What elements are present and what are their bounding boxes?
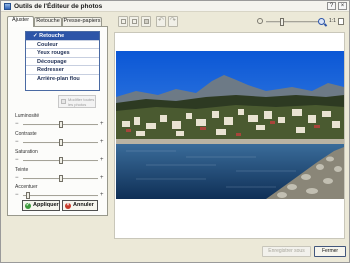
- saturation-slider[interactable]: − +: [15, 157, 107, 165]
- contrast-slider[interactable]: − +: [15, 139, 107, 147]
- hue-label: Teinte: [15, 167, 29, 173]
- save-as-button[interactable]: Enregistrer sous: [262, 246, 311, 257]
- apply-label: Appliquer: [33, 202, 59, 208]
- zoom-value: 1:1: [329, 18, 336, 24]
- decrease-icon[interactable]: −: [15, 192, 19, 199]
- tab-ajuster[interactable]: Ajuster: [7, 16, 34, 27]
- undo-button[interactable]: ↶: [156, 16, 166, 27]
- menu-item-arriere-plan-flou[interactable]: Arrière-plan flou: [26, 75, 99, 84]
- zoom-in-icon[interactable]: [318, 18, 325, 25]
- brightness-label: Luminosité: [15, 113, 40, 119]
- slider-track[interactable]: [23, 195, 98, 197]
- menu-item-retouche[interactable]: ✓ Retouche: [26, 32, 99, 41]
- menu-item-redresser[interactable]: Redresser: [26, 66, 99, 75]
- flip-button[interactable]: [141, 16, 151, 27]
- adjust-menu: ✓ Retouche Couleur Yeux rouges Découpage…: [25, 31, 100, 91]
- decrease-icon[interactable]: −: [15, 139, 19, 146]
- increase-icon[interactable]: +: [100, 157, 104, 164]
- help-button[interactable]: ?: [327, 2, 336, 10]
- decrease-icon[interactable]: −: [15, 157, 19, 164]
- sharpen-label: Accentuer: [15, 184, 38, 190]
- menu-item-couleur[interactable]: Couleur: [26, 41, 99, 49]
- rotate-right-button[interactable]: [129, 16, 139, 27]
- increase-icon[interactable]: +: [100, 121, 104, 128]
- slider-thumb[interactable]: [58, 175, 63, 182]
- slider-thumb[interactable]: [58, 121, 63, 128]
- menu-item-decoupage[interactable]: Découpage: [26, 58, 99, 66]
- sharpen-slider[interactable]: − +: [15, 192, 107, 200]
- tab-presse-papiers[interactable]: Presse-papiers: [62, 17, 102, 26]
- increase-icon[interactable]: +: [100, 139, 104, 146]
- zoom-slider-thumb[interactable]: [280, 18, 285, 26]
- check-icon: ✓: [25, 202, 31, 209]
- increase-icon[interactable]: +: [100, 175, 104, 182]
- rotate-right-icon: [132, 19, 137, 24]
- fit-to-window-icon[interactable]: [338, 18, 344, 25]
- apply-to-all-label: Modifier toutes les photos: [68, 97, 95, 107]
- zoom-control: 1:1: [257, 17, 347, 27]
- decrease-icon[interactable]: −: [15, 121, 19, 128]
- hue-slider[interactable]: − +: [15, 175, 107, 183]
- rotate-left-button[interactable]: [118, 16, 128, 27]
- rotate-left-icon: [121, 19, 126, 24]
- contrast-label: Contraste: [15, 131, 37, 137]
- slider-thumb[interactable]: [58, 139, 63, 146]
- title-bar: Outils de l'Éditeur de photos ? ×: [1, 1, 349, 12]
- redo-button[interactable]: ↷: [168, 16, 178, 27]
- brightness-slider[interactable]: − +: [15, 121, 107, 129]
- apply-to-all-button[interactable]: Modifier toutes les photos: [58, 95, 96, 108]
- zoom-out-icon[interactable]: [257, 18, 263, 24]
- cancel-icon: ×: [65, 202, 71, 209]
- zoom-slider-track[interactable]: [266, 21, 318, 23]
- saturation-label: Saturation: [15, 149, 38, 155]
- photo-preview: [116, 51, 344, 199]
- app-icon: [4, 3, 11, 10]
- increase-icon[interactable]: +: [100, 192, 104, 199]
- flip-icon: [144, 19, 149, 24]
- decrease-icon[interactable]: −: [15, 175, 19, 182]
- redo-icon: ↷: [170, 17, 176, 24]
- close-window-button[interactable]: ×: [338, 2, 347, 10]
- cancel-button[interactable]: × Annuler: [62, 200, 98, 211]
- tab-retouche[interactable]: Retouche: [34, 17, 62, 26]
- menu-item-yeux-rouges[interactable]: Yeux rouges: [26, 49, 99, 58]
- lake-town-photo: [116, 51, 344, 199]
- slider-thumb[interactable]: [58, 157, 63, 164]
- apply-button[interactable]: ✓ Appliquer: [22, 200, 60, 211]
- photo-editor-window: Outils de l'Éditeur de photos ? × Ajuste…: [0, 0, 350, 263]
- cancel-label: Annuler: [73, 202, 94, 208]
- slider-thumb[interactable]: [25, 192, 30, 199]
- close-button[interactable]: Fermer: [314, 246, 346, 257]
- undo-icon: ↶: [158, 17, 164, 24]
- menu-item-label: Retouche: [39, 33, 65, 39]
- photos-icon: [61, 99, 66, 104]
- adjust-panel: ✓ Retouche Couleur Yeux rouges Découpage…: [7, 26, 108, 216]
- window-title: Outils de l'Éditeur de photos: [14, 3, 103, 10]
